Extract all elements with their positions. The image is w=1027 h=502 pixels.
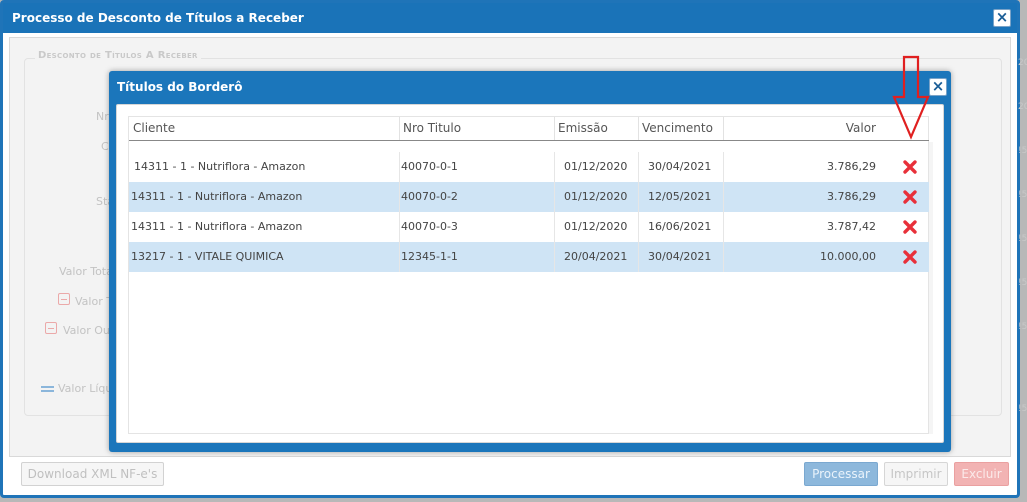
column-divider	[638, 212, 639, 242]
edge-mark: !5	[1018, 190, 1027, 200]
column-header-nro-titulo[interactable]: Nro Titulo	[399, 117, 554, 141]
edge-mark: !5	[1018, 322, 1027, 332]
column-divider	[399, 212, 400, 242]
cell-emissao: 20/04/2021	[564, 250, 628, 263]
cell-emissao: 01/12/2020	[564, 190, 628, 203]
inner-dialog-body: Cliente Nro Titulo Emissão Vencimento Va…	[116, 104, 944, 443]
bg-label-nr: Nr	[96, 110, 109, 123]
cell-valor: 3.786,29	[827, 190, 876, 203]
titulos-bordero-dialog: Títulos do Borderô × Cliente Nro Titulo …	[109, 71, 951, 452]
vertical-scrollbar[interactable]	[929, 142, 933, 434]
cell-valor: 10.000,00	[820, 250, 876, 263]
bg-label-c: C	[101, 140, 109, 153]
inner-dialog-title: Títulos do Borderô	[117, 80, 243, 94]
cell-valor: 3.787,42	[827, 220, 876, 233]
cell-valor: 3.786,29	[827, 160, 876, 173]
bg-label-valor-ou: Valor Ou	[63, 324, 110, 337]
column-divider	[638, 182, 639, 212]
cell-cliente: 14311 - 1 - Nutriflora - Amazon	[131, 220, 303, 233]
edge-mark: !5	[1018, 404, 1027, 414]
cell-cliente: 14311 - 1 - Nutriflora - Amazon	[131, 190, 303, 203]
delete-x-icon[interactable]	[902, 219, 918, 235]
edge-mark: 20	[1018, 102, 1027, 112]
column-divider	[638, 242, 639, 272]
bg-label-valor-liq: Valor Líqu	[58, 382, 113, 395]
bg-label-valor-total: Valor Tota	[59, 265, 113, 278]
minus-icon	[45, 322, 57, 334]
outer-close-button[interactable]: ×	[993, 9, 1011, 27]
download-xml-button[interactable]: Download XML NF-e's	[21, 462, 164, 486]
edge-mark: 20	[1018, 58, 1027, 68]
cell-emissao: 01/12/2020	[564, 220, 628, 233]
edge-mark: !5	[1018, 146, 1027, 156]
titulos-grid: Cliente Nro Titulo Emissão Vencimento Va…	[128, 116, 933, 434]
delete-x-icon[interactable]	[902, 189, 918, 205]
minus-icon	[58, 293, 70, 305]
edge-mark: !5	[1018, 234, 1027, 244]
bg-label-valor-t: Valor T	[75, 295, 113, 308]
cell-emissao: 01/12/2020	[564, 160, 628, 173]
delete-x-icon[interactable]	[902, 159, 918, 175]
cell-nro-titulo: 40070-0-3	[401, 220, 458, 233]
column-header-cliente[interactable]: Cliente	[129, 117, 399, 141]
outer-dialog-title: Processo de Desconto de Títulos a Recebe…	[3, 3, 1017, 33]
cell-cliente: 14311 - 1 - Nutriflora - Amazon	[134, 160, 306, 173]
fieldset-legend: Desconto de Títulos A Receber	[35, 50, 201, 61]
column-divider	[399, 152, 400, 182]
excluir-button[interactable]: Excluir	[954, 462, 1009, 486]
equals-icon	[41, 385, 54, 393]
cell-vencimento: 30/04/2021	[648, 160, 712, 173]
edge-mark: !5	[1018, 278, 1027, 288]
column-divider	[638, 152, 639, 182]
column-header-vencimento[interactable]: Vencimento	[638, 117, 723, 141]
delete-x-icon[interactable]	[902, 249, 918, 265]
column-divider	[554, 182, 555, 212]
table-row[interactable]: 14311 - 1 - Nutriflora - Amazon 40070-0-…	[129, 212, 929, 242]
processar-button[interactable]: Processar	[804, 462, 878, 486]
cell-vencimento: 12/05/2021	[648, 190, 712, 203]
down-arrow-icon	[892, 55, 930, 140]
column-divider	[554, 212, 555, 242]
column-divider	[399, 182, 400, 212]
table-row[interactable]: 13217 - 1 - VITALE QUIMICA 12345-1-1 20/…	[129, 242, 929, 272]
cell-nro-titulo: 40070-0-1	[401, 160, 458, 173]
imprimir-button[interactable]: Imprimir	[884, 462, 948, 486]
cell-vencimento: 16/06/2021	[648, 220, 712, 233]
column-divider	[399, 242, 400, 272]
column-divider	[554, 152, 555, 182]
cell-nro-titulo: 40070-0-2	[401, 190, 458, 203]
column-divider	[554, 242, 555, 272]
cell-cliente: 13217 - 1 - VITALE QUIMICA	[131, 250, 284, 263]
cell-nro-titulo: 12345-1-1	[401, 250, 458, 263]
table-row[interactable]: 14311 - 1 - Nutriflora - Amazon 40070-0-…	[129, 182, 929, 212]
table-row[interactable]: 14311 - 1 - Nutriflora - Amazon 40070-0-…	[129, 152, 929, 182]
column-header-emissao[interactable]: Emissão	[554, 117, 638, 141]
cell-vencimento: 30/04/2021	[648, 250, 712, 263]
